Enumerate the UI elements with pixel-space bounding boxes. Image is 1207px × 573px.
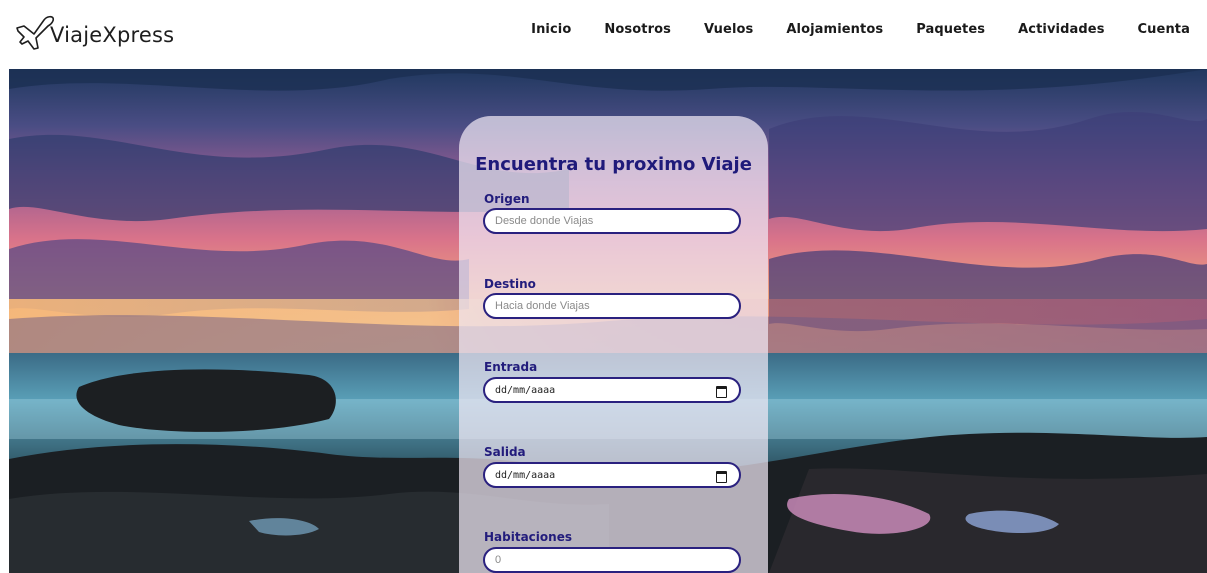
header: ViajeXpress Inicio Nosotros Vuelos Aloja… — [0, 0, 1207, 66]
brand-logo[interactable]: ViajeXpress — [14, 12, 174, 52]
entrada-value: dd/mm/aaaa — [495, 384, 556, 396]
nav-item-inicio[interactable]: Inicio — [531, 22, 571, 37]
origen-placeholder: Desde donde Viajas — [495, 215, 594, 227]
salida-date-input[interactable]: dd/mm/aaaa — [483, 462, 741, 488]
search-title: Encuentra tu proximo Viaje — [475, 154, 752, 175]
entrada-date-input[interactable]: dd/mm/aaaa — [483, 377, 741, 403]
nav-item-vuelos[interactable]: Vuelos — [704, 22, 753, 37]
destino-label: Destino — [484, 277, 536, 291]
salida-label: Salida — [484, 445, 526, 459]
search-panel: Encuentra tu proximo Viaje Origen Desde … — [459, 116, 768, 573]
destino-placeholder: Hacia donde Viajas — [495, 300, 590, 312]
nav-item-paquetes[interactable]: Paquetes — [916, 22, 985, 37]
calendar-icon[interactable] — [716, 386, 727, 398]
habitaciones-label: Habitaciones — [484, 530, 572, 544]
salida-value: dd/mm/aaaa — [495, 469, 556, 481]
main-nav: Inicio Nosotros Vuelos Alojamientos Paqu… — [498, 22, 1190, 37]
origen-label: Origen — [484, 192, 530, 206]
brand-name: ViajeXpress — [50, 23, 175, 47]
habitaciones-placeholder: 0 — [495, 554, 502, 566]
nav-item-alojamientos[interactable]: Alojamientos — [786, 22, 883, 37]
nav-item-nosotros[interactable]: Nosotros — [604, 22, 671, 37]
nav-item-actividades[interactable]: Actividades — [1018, 22, 1104, 37]
habitaciones-input[interactable]: 0 — [483, 547, 741, 573]
page: ViajeXpress Inicio Nosotros Vuelos Aloja… — [0, 0, 1207, 573]
entrada-label: Entrada — [484, 360, 538, 374]
destino-input[interactable]: Hacia donde Viajas — [483, 293, 741, 319]
nav-item-cuenta[interactable]: Cuenta — [1138, 22, 1190, 37]
calendar-icon[interactable] — [716, 471, 727, 483]
origen-input[interactable]: Desde donde Viajas — [483, 208, 741, 234]
